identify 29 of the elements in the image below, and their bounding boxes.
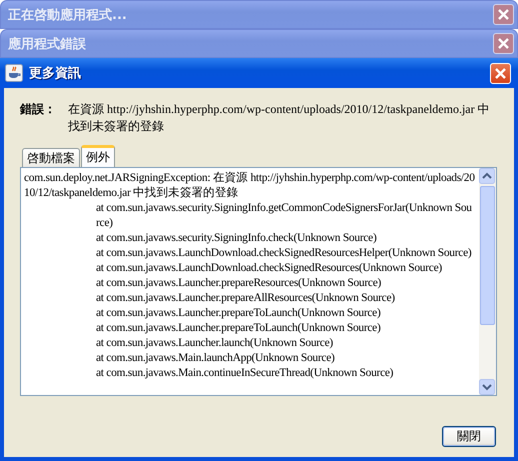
stack-trace-line: at com.sun.javaws.Launcher.prepareResources(Unknown Source) bbox=[95, 276, 382, 291]
error-label: 錯誤： bbox=[20, 101, 57, 118]
stack-trace-line: at com.sun.javaws.Main.continueInSecureThread(Unknown Source) bbox=[95, 366, 394, 381]
window-title: 應用程式錯誤 bbox=[8, 36, 87, 52]
stack-trace-line: at com.sun.javaws.Launcher.launch(Unknown Source) bbox=[95, 336, 334, 351]
stack-trace-line: at com.sun.javaws.Launcher.prepareAllResources(Unknown Source) bbox=[95, 291, 396, 306]
stack-trace-line: at com.sun.javaws.LaunchDownload.checkSignedResources(Unknown Source) bbox=[95, 261, 443, 276]
close-button[interactable] bbox=[493, 4, 514, 25]
coffee-cup-icon bbox=[5, 64, 23, 82]
stack-trace-line: at com.sun.javaws.LaunchDownload.checkSignedResourcesHelper(Unknown Source) bbox=[95, 246, 472, 261]
close-icon bbox=[497, 37, 510, 50]
close-button[interactable]: 關閉 bbox=[442, 426, 496, 447]
scroll-down-icon[interactable] bbox=[479, 379, 495, 395]
stack-trace-line: at com.sun.javaws.Launcher.prepareToLaunch(Unknown Source) bbox=[95, 321, 382, 336]
close-icon bbox=[494, 66, 507, 80]
stack-trace-line: at com.sun.javaws.Main.launchApp(Unknown Source) bbox=[95, 351, 336, 366]
close-icon bbox=[497, 8, 510, 21]
window-title: 正在啓動應用程式... bbox=[8, 6, 128, 24]
stack-trace-line: at com.sun.javaws.Launcher.prepareToLaunch(Unknown Source) bbox=[95, 306, 382, 321]
stack-trace-line: at com.sun.javaws.security.SigningInfo.getCommonCodeSignersForJar(Unknown Source) bbox=[95, 201, 473, 231]
stack-trace-line: at com.sun.javaws.security.SigningInfo.check(Unknown Source) bbox=[95, 231, 378, 246]
error-message: 在資源 http://jyhshin.hyperphp.com/wp-content/uploads/2010/12/taskpaneldemo.jar 中找到未簽署的登錄 bbox=[68, 101, 491, 135]
close-button[interactable] bbox=[493, 33, 514, 54]
scroll-thumb[interactable] bbox=[480, 186, 495, 324]
tab[interactable]: 例外 bbox=[81, 145, 115, 167]
scroll-bar[interactable] bbox=[479, 168, 496, 395]
tab[interactable]: 啓動檔案 bbox=[22, 148, 80, 167]
scroll-up-icon[interactable] bbox=[479, 168, 495, 184]
window-title: 更多資訊 bbox=[29, 65, 82, 82]
